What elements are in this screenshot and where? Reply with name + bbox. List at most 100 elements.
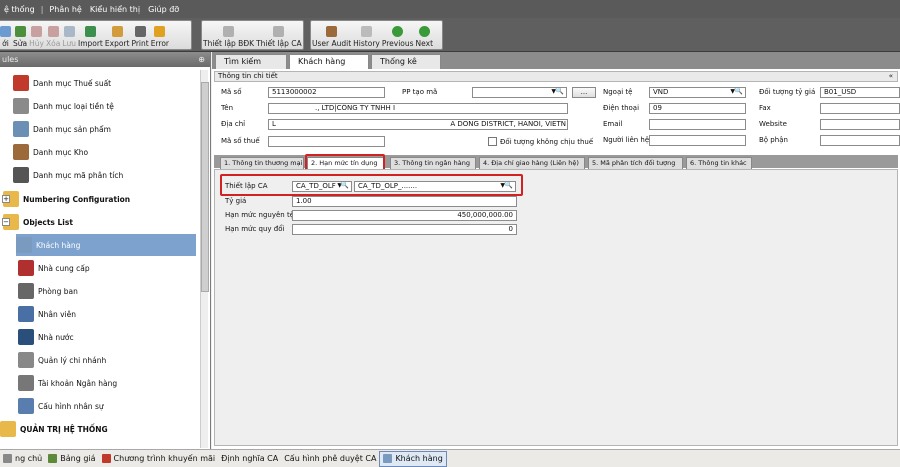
menu-help[interactable]: Giúp đỡ bbox=[144, 5, 183, 14]
price-list-icon bbox=[48, 454, 58, 463]
collapse-icon[interactable]: « bbox=[889, 72, 893, 81]
tree-item-3[interactable]: Danh mục Kho bbox=[0, 141, 195, 163]
tree-item-label: Danh mục sản phẩm bbox=[33, 124, 111, 134]
edit-button-label: Xóa bbox=[45, 39, 61, 48]
email-field[interactable] bbox=[649, 119, 746, 130]
tree-item-11[interactable]: Nhà nước bbox=[0, 326, 195, 348]
tree-item-14[interactable]: Cấu hình nhân sự bbox=[0, 395, 195, 417]
edit-button-5[interactable]: Import bbox=[77, 21, 104, 49]
toolbar-group-edit: ới Sửa Hủy Xóa Lưu Import Export Print Error bbox=[0, 20, 192, 50]
left-scrollbar-thumb[interactable] bbox=[201, 82, 209, 292]
label-original-limit: Hạn mức nguyên tệ bbox=[225, 211, 295, 219]
pin-icon[interactable]: ⊕ bbox=[198, 52, 205, 67]
menu-modules[interactable]: Phân hệ bbox=[45, 5, 85, 14]
tree-item-6[interactable]: Objects List bbox=[0, 211, 195, 233]
window-tab-2[interactable]: Chương trình khuyến mãi bbox=[99, 451, 219, 467]
modules-panel: ules ⊕ Danh mục Thuế suất Danh mục loại t… bbox=[0, 52, 211, 449]
website-field[interactable] bbox=[820, 119, 900, 130]
tree-item-15[interactable]: QUẢN TRỊ HỆ THỐNG bbox=[0, 418, 195, 440]
edit-button-8[interactable]: Error bbox=[150, 21, 170, 49]
nav-button-2[interactable]: Previous bbox=[381, 21, 415, 49]
tax-code-field[interactable] bbox=[268, 136, 385, 147]
exchange-rate-field[interactable]: 1.00 bbox=[292, 196, 517, 207]
menu-system[interactable]: ệ thống bbox=[0, 5, 39, 14]
save-icon bbox=[63, 26, 75, 37]
tax-exempt-checkbox[interactable] bbox=[488, 137, 497, 146]
code-method-select[interactable]: ▼ 🔍 bbox=[472, 87, 567, 98]
tree-item-label: Danh mục Thuế suất bbox=[33, 78, 112, 88]
tree-item-label: Tài khoản Ngân hàng bbox=[38, 378, 118, 388]
search-icon[interactable]: 🔍 bbox=[734, 88, 743, 96]
settings-button-label: Thiết lập CA bbox=[256, 39, 302, 48]
edit-button-3: Xóa bbox=[45, 21, 61, 49]
phone-field[interactable]: 09 bbox=[649, 103, 746, 114]
analysis-icon bbox=[13, 167, 29, 183]
left-scrollbar[interactable] bbox=[200, 70, 209, 448]
promotion-icon bbox=[101, 454, 111, 463]
edit-button-4: Lưu bbox=[61, 21, 77, 49]
tree-item-12[interactable]: Quản lý chi nhánh bbox=[0, 349, 195, 371]
edit-button-1[interactable]: Sửa bbox=[12, 21, 28, 49]
window-tab-label: Chương trình khuyến mãi bbox=[113, 454, 216, 463]
collapse-icon[interactable]: − bbox=[2, 218, 10, 226]
edit-button-label: Error bbox=[150, 39, 169, 48]
subtab-other-info[interactable]: 6. Thông tin khác bbox=[686, 157, 752, 169]
edit-button-6[interactable]: Export bbox=[104, 21, 131, 49]
government-icon bbox=[18, 329, 34, 345]
department-field[interactable] bbox=[820, 135, 900, 146]
currency-select[interactable]: VND ▼ 🔍 bbox=[649, 87, 746, 98]
detail-group-header[interactable]: Thông tin chi tiết « bbox=[214, 71, 898, 82]
branch-icon bbox=[18, 352, 34, 368]
window-tab-1[interactable]: Bảng giá bbox=[45, 451, 98, 467]
tree-item-0[interactable]: Danh mục Thuế suất bbox=[0, 72, 195, 94]
tree-item-label: Nhà cung cấp bbox=[38, 263, 90, 273]
nav-button-0[interactable]: User Audit bbox=[311, 21, 352, 49]
tree-item-1[interactable]: Danh mục loại tiền tệ bbox=[0, 95, 195, 117]
tab-statistics[interactable]: Thống kê bbox=[371, 54, 441, 69]
fax-field[interactable] bbox=[820, 103, 900, 114]
window-tab-3[interactable]: Định nghĩa CA bbox=[218, 451, 281, 467]
new-icon bbox=[0, 26, 11, 37]
nav-button-1[interactable]: History bbox=[352, 21, 381, 49]
nav-button-3[interactable]: Next bbox=[415, 21, 434, 49]
main-tabs: Tìm kiếm Khách hàng Thống kê bbox=[212, 52, 900, 69]
subtab-delivery-address[interactable]: 4. Địa chỉ giao hàng (Liên hệ) bbox=[479, 157, 585, 169]
next-icon bbox=[418, 26, 430, 37]
tree-item-5[interactable]: Numbering Configuration bbox=[0, 188, 195, 210]
edit-button-7[interactable]: Print bbox=[130, 21, 149, 49]
settings-button-1[interactable]: Thiết lập CA bbox=[255, 21, 303, 49]
name-field[interactable]: ., LTD|CÔNG TY TNHH I bbox=[268, 103, 568, 114]
toolbar-group-settings: Thiết lập BĐK Thiết lập CA bbox=[201, 20, 304, 50]
expand-icon[interactable]: + bbox=[2, 195, 10, 203]
browse-button[interactable]: ... bbox=[572, 87, 596, 98]
tree-item-13[interactable]: Tài khoản Ngân hàng bbox=[0, 372, 195, 394]
tree-item-7[interactable]: Khách hàng bbox=[16, 234, 196, 256]
search-icon[interactable]: 🔍 bbox=[555, 88, 564, 96]
tree-item-9[interactable]: Phòng ban bbox=[0, 280, 195, 302]
label-tax-exempt: Đối tượng không chịu thuế bbox=[500, 138, 594, 146]
window-tab-4[interactable]: Cấu hình phê duyệt CA bbox=[281, 451, 379, 467]
window-tab-5[interactable]: Khách hàng bbox=[379, 450, 447, 467]
contact-person-field[interactable] bbox=[649, 135, 746, 146]
label-phone: Điện thoại bbox=[603, 104, 640, 112]
tree-item-10[interactable]: Nhân viên bbox=[0, 303, 195, 325]
menu-view-style[interactable]: Kiểu hiển thị bbox=[86, 5, 144, 14]
toolbar-group-navigation: User Audit History Previous Next bbox=[310, 20, 443, 50]
tree-item-4[interactable]: Danh mục mã phân tích bbox=[0, 164, 195, 186]
original-limit-field[interactable]: 450,000,000.00 bbox=[292, 210, 517, 221]
subtab-bank-info[interactable]: 3. Thông tin ngân hàng bbox=[390, 157, 476, 169]
tree-item-8[interactable]: Nhà cung cấp bbox=[0, 257, 195, 279]
settings-icon bbox=[223, 26, 235, 37]
subtab-trade-info[interactable]: 1. Thông tin thương mại bbox=[220, 157, 304, 169]
window-tab-0[interactable]: ng chủ bbox=[0, 451, 45, 467]
tree-item-2[interactable]: Danh mục sản phẩm bbox=[0, 118, 195, 140]
settings-button-0[interactable]: Thiết lập BĐK bbox=[202, 21, 255, 49]
tab-customer[interactable]: Khách hàng bbox=[289, 54, 369, 69]
subtab-analysis-code[interactable]: 5. Mã phân tích đối tượng bbox=[588, 157, 683, 169]
code-field[interactable]: 5113000002 bbox=[268, 87, 385, 98]
edit-button-0[interactable]: ới bbox=[0, 21, 12, 49]
rate-object-field[interactable]: B01_USD bbox=[820, 87, 900, 98]
tab-search[interactable]: Tìm kiếm bbox=[215, 54, 287, 69]
address-field[interactable]: L A DONG DISTRICT, HANOI, VIETN bbox=[268, 119, 568, 130]
converted-limit-field[interactable]: 0 bbox=[292, 224, 517, 235]
